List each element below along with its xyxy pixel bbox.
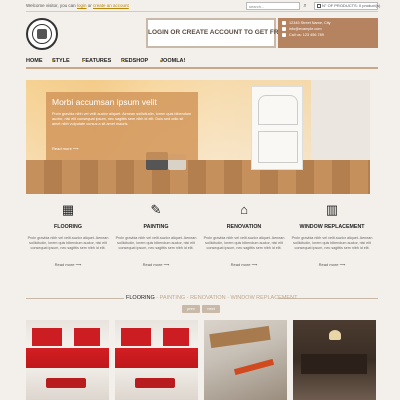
service-desc: Proin gravida nibh vel velit auctor aliq… (115, 236, 197, 250)
gallery-item[interactable] (293, 320, 376, 400)
window-icon: ▥ (325, 202, 339, 217)
location-icon (282, 21, 286, 25)
page: Welcome visitor, you can login or create… (0, 0, 400, 400)
service-title: PAINTING (143, 224, 169, 230)
hero-right-wall (311, 80, 370, 160)
hero-slider[interactable]: Morbi accumsan ipsum velit Proin gravida… (26, 80, 370, 194)
nav-underline (26, 67, 378, 69)
read-more-link[interactable]: Read more ⟶ (114, 262, 198, 267)
prev-button[interactable]: prev (182, 305, 200, 313)
house-icon: ⌂ (240, 202, 248, 217)
main-nav: HOME STYLE ▾ FEATURES ▾ REDSHOP ▾ JOOMLA! ▾ (26, 58, 186, 64)
logo[interactable] (26, 18, 58, 50)
cart-icon (317, 3, 321, 8)
kitchen-image (26, 320, 109, 400)
cart-label: N° OF PRODUCTS: 0 product(s) (322, 3, 381, 8)
service-title: FLOORING (54, 224, 82, 230)
cabinet (163, 328, 189, 346)
door-panel (258, 95, 298, 125)
contact-phone: Call us: 123 456 789 (282, 32, 374, 38)
cabinet (121, 328, 151, 346)
cart-summary[interactable]: N° OF PRODUCTS: 0 product(s) (314, 2, 381, 10)
phone-icon (282, 33, 286, 37)
welcome-text: Welcome visitor, you can login or create… (26, 3, 129, 8)
hero-caption: Morbi accumsan ipsum velit Proin gravida… (46, 92, 198, 160)
or-label: or (87, 3, 92, 8)
service-desc: Proin gravida nibh vel velit auctor aliq… (291, 236, 373, 250)
hero-read-more-link[interactable]: Read more ⟶ (52, 146, 79, 151)
portfolio-filter: FLOORING - PAINTING - RENOVATION - WINDO… (126, 295, 297, 301)
read-more-link[interactable]: Read more ⟶ (202, 262, 286, 267)
gallery-item[interactable] (26, 320, 109, 400)
cabinet (74, 328, 100, 346)
hero-title: Morbi accumsan ipsum velit (52, 97, 157, 107)
contact-box: 12345 Street Name, City info@example.com… (278, 18, 378, 48)
hero-door (251, 86, 303, 170)
service-desc: Proin gravida nibh vel velit auctor aliq… (27, 236, 109, 250)
chevron-down-icon: ▾ (52, 58, 55, 63)
table (46, 378, 86, 388)
read-more-link[interactable]: Read more ⟶ (290, 262, 374, 267)
logo-mark (37, 29, 47, 39)
search-icon[interactable]: ⌕ (301, 2, 309, 10)
door-panel (258, 131, 298, 163)
service-desc: Proin gravida nibh vel velit auctor aliq… (203, 236, 285, 250)
service-flooring: ▦ FLOORING Proin gravida nibh vel velit … (26, 200, 110, 272)
chevron-down-icon: ▾ (121, 58, 124, 63)
filter-flooring[interactable]: FLOORING (126, 295, 155, 301)
cabinet (32, 328, 62, 346)
table (135, 378, 175, 388)
login-banner[interactable]: LOGIN OR CREATE ACCOUNT TO GET FREE QUOT… (146, 18, 312, 48)
chevron-down-icon: ▾ (82, 58, 85, 63)
filter-others[interactable]: - PAINTING - RENOVATION - WINDOW REPLACE… (155, 295, 297, 301)
gallery-item[interactable] (204, 320, 287, 400)
dark-kitchen-image (293, 320, 376, 400)
gallery-item[interactable] (115, 320, 198, 400)
read-more-link[interactable]: Read more ⟶ (26, 262, 110, 267)
flooring-icon: ▦ (61, 202, 75, 217)
search-input[interactable]: search... (246, 2, 300, 10)
filter-divider (26, 298, 124, 299)
plank (209, 325, 271, 349)
paint-brush-icon: ✎ (150, 202, 162, 217)
service-painting: ✎ PAINTING Proin gravida nibh vel velit … (114, 200, 198, 272)
create-account-link[interactable]: create an account (93, 3, 129, 8)
service-title: RENOVATION (226, 224, 262, 230)
hero-floor (26, 160, 370, 194)
shelf (301, 354, 367, 374)
mail-icon (282, 27, 286, 31)
login-link[interactable]: login (77, 3, 87, 8)
hammer (233, 358, 275, 376)
flooring-tools-image (204, 320, 287, 400)
hero-text: Proin gravida nibh vel velit auctor aliq… (52, 112, 192, 126)
lamp (329, 330, 341, 340)
service-window-replacement: ▥ WINDOW REPLACEMENT Proin gravida nibh … (290, 200, 374, 272)
service-title: WINDOW REPLACEMENT (299, 224, 365, 230)
next-button[interactable]: next (202, 305, 220, 313)
top-bar: Welcome visitor, you can login or create… (26, 1, 381, 11)
kitchen-image (115, 320, 198, 400)
top-divider (26, 11, 378, 12)
service-renovation: ⌂ RENOVATION Proin gravida nibh vel veli… (202, 200, 286, 272)
chevron-down-icon: ▾ (160, 58, 163, 63)
welcome-label: Welcome visitor, you can (26, 3, 76, 8)
